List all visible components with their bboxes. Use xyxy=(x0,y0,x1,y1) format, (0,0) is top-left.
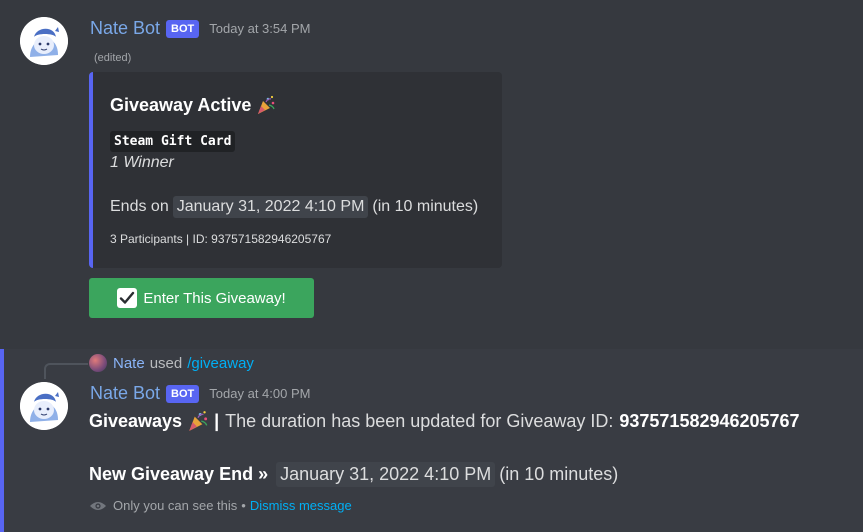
embed-title: Giveaway Active xyxy=(110,94,277,116)
message-2: Nate used /giveaway Nate Bot BOT Today a… xyxy=(0,349,863,532)
reply-avatar xyxy=(89,354,107,372)
giveaway-id: 937571582946205767 xyxy=(619,410,800,431)
highlight-bar xyxy=(0,349,4,532)
party-popper-icon xyxy=(186,409,210,433)
reply-spine xyxy=(44,363,88,379)
edited-label: (edited) xyxy=(94,52,132,64)
bot-tag: BOT xyxy=(166,19,200,38)
ephemeral-dot: • xyxy=(241,498,246,513)
winner-count: 1 Winner xyxy=(110,154,174,171)
giveaway-embed: Giveaway Active Steam Gift Card 1 Winner… xyxy=(89,72,502,268)
ephemeral-text: Only you can see this xyxy=(113,498,238,513)
bot-avatar[interactable] xyxy=(20,382,68,430)
message-header: Nate Bot BOT Today at 3:54 PM xyxy=(90,18,310,39)
timestamp[interactable]: Today at 4:00 PM xyxy=(209,386,310,401)
enter-giveaway-button[interactable]: Enter This Giveaway! xyxy=(89,278,314,318)
message-header: Nate Bot BOT Today at 4:00 PM xyxy=(90,383,310,404)
slash-command[interactable]: /giveaway xyxy=(187,355,254,372)
separator: | xyxy=(214,410,220,431)
check-icon xyxy=(117,288,138,308)
eye-icon xyxy=(89,500,107,512)
author-name[interactable]: Nate Bot xyxy=(90,18,160,39)
dismiss-message-link[interactable]: Dismiss message xyxy=(250,498,352,513)
ends-date[interactable]: January 31, 2022 4:10 PM xyxy=(172,196,369,218)
ends-label: Ends on xyxy=(110,198,169,215)
giveaways-label: Giveaways xyxy=(89,410,183,431)
message-1: Nate Bot BOT Today at 3:54 PM (edited) G… xyxy=(0,0,863,340)
ephemeral-notice: Only you can see this • Dismiss message xyxy=(89,498,352,513)
new-end-date[interactable]: January 31, 2022 4:10 PM xyxy=(276,462,496,487)
update-line: Giveaways | The duration has been update… xyxy=(89,409,800,433)
bot-avatar[interactable] xyxy=(20,17,68,65)
new-end-line: New Giveaway End » January 31, 2022 4:10… xyxy=(89,462,618,487)
prize-code: Steam Gift Card xyxy=(110,131,236,152)
timestamp[interactable]: Today at 3:54 PM xyxy=(209,21,310,36)
party-popper-icon xyxy=(255,94,277,116)
embed-title-text: Giveaway Active xyxy=(110,94,252,115)
embed-footer: 3 Participants | ID: 937571582946205767 xyxy=(110,232,332,246)
ends-relative: (in 10 minutes) xyxy=(372,198,479,215)
reply-used-text: used xyxy=(149,354,183,372)
update-text: The duration has been updated for Giveaw… xyxy=(225,410,614,431)
reply-context[interactable]: Nate used /giveaway xyxy=(89,354,254,372)
new-end-relative: (in 10 minutes) xyxy=(499,464,619,484)
new-end-label: New Giveaway End » xyxy=(89,464,269,484)
ends-line: Ends on January 31, 2022 4:10 PM (in 10 … xyxy=(110,196,478,218)
author-name[interactable]: Nate Bot xyxy=(90,383,160,404)
enter-giveaway-label: Enter This Giveaway! xyxy=(143,289,286,307)
bot-tag: BOT xyxy=(166,384,200,403)
reply-username[interactable]: Nate xyxy=(113,355,145,372)
